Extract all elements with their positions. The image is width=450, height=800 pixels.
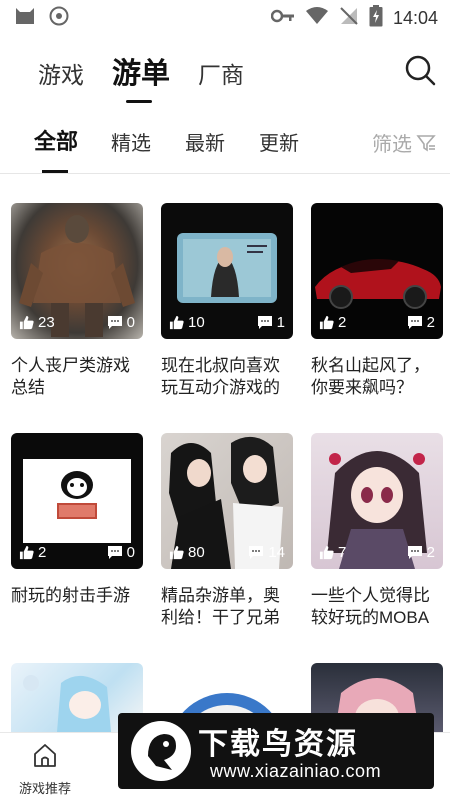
filter-label: 筛选 <box>372 134 412 156</box>
card-stats: 2 0 <box>11 544 143 561</box>
comment-icon <box>407 316 422 329</box>
filter-button[interactable]: 筛选 <box>372 128 436 157</box>
battery-icon <box>369 4 383 32</box>
comment-count: 0 <box>107 544 135 561</box>
game-list-card[interactable]: 2 2 秋名山起风了，你要来飙吗？ <box>311 203 443 399</box>
circle-app-icon <box>48 5 70 32</box>
search-icon <box>405 55 436 86</box>
wifi-icon <box>305 6 329 30</box>
active-subtab-indicator <box>42 170 68 173</box>
game-list-card[interactable]: 10 1 现在北叔向喜欢玩互动介游戏的 <box>161 203 293 399</box>
clock: 14:04 <box>392 7 438 28</box>
no-signal-icon <box>339 6 359 31</box>
like-count: 23 <box>19 314 55 331</box>
card-cover-image: 23 0 <box>11 203 143 339</box>
thumbs-up-icon <box>169 315 184 330</box>
card-cover-image: 2 0 <box>11 433 143 569</box>
thumbs-up-icon <box>319 315 334 330</box>
home-icon <box>34 744 56 767</box>
watermark-banner: 下载鸟资源 www.xiazainiao.com <box>118 713 434 789</box>
like-count: 7 <box>319 544 346 561</box>
card-stats: 7 2 <box>311 544 443 561</box>
card-title: 精品杂游单，奥利给！干了兄弟 <box>161 586 280 627</box>
game-list-card[interactable]: 2 0 耐玩的射击手游 <box>11 433 143 629</box>
tab-games[interactable]: 游戏 <box>38 56 84 90</box>
card-cover-image: 2 2 <box>311 203 443 339</box>
comment-icon <box>407 546 422 559</box>
comment-icon <box>107 316 122 329</box>
like-count: 2 <box>19 544 46 561</box>
key-icon <box>270 8 295 29</box>
comment-count: 2 <box>407 314 435 331</box>
tab-vendors[interactable]: 厂商 <box>198 56 244 90</box>
nav-game-recommend[interactable]: 游戏推荐 <box>0 741 90 797</box>
comment-icon <box>257 316 272 329</box>
card-title: 现在北叔向喜欢玩互动介游戏的 <box>161 356 280 397</box>
comment-icon <box>107 546 122 559</box>
active-tab-indicator <box>126 100 152 103</box>
thumbs-up-icon <box>19 315 34 330</box>
nav-label: 游戏推荐 <box>18 781 71 796</box>
filter-icon <box>416 134 436 151</box>
like-count: 10 <box>169 314 205 331</box>
tab-all[interactable]: 全部 <box>34 124 78 156</box>
search-button[interactable] <box>404 54 436 86</box>
card-title: 秋名山起风了，你要来飙吗？ <box>311 356 430 397</box>
tab-game-lists[interactable]: 游单 <box>112 50 170 92</box>
watermark-url: www.xiazainiao.com <box>210 761 382 781</box>
cat-app-icon <box>14 6 36 31</box>
comment-count: 1 <box>257 314 285 331</box>
sort-tabs: 全部 精选 最新 更新 筛选 <box>0 112 450 174</box>
game-list-card[interactable]: 23 0 个人丧尸类游戏总结 <box>11 203 143 399</box>
game-list-card[interactable]: 7 2 一些个人觉得比较好玩的MOBA <box>311 433 443 629</box>
card-stats: 2 2 <box>311 314 443 331</box>
like-count: 80 <box>169 544 205 561</box>
bird-logo-icon <box>131 721 191 781</box>
tab-updated[interactable]: 更新 <box>259 127 299 156</box>
card-title: 一些个人觉得比较好玩的MOBA <box>311 586 430 627</box>
card-stats: 10 1 <box>161 314 293 331</box>
card-stats: 23 0 <box>11 314 143 331</box>
tab-newest[interactable]: 最新 <box>185 127 225 156</box>
thumbs-up-icon <box>169 545 184 560</box>
comment-icon <box>249 546 264 559</box>
card-cover-image: 80 14 <box>161 433 293 569</box>
like-count: 2 <box>319 314 346 331</box>
watermark-title: 下载鸟资源 <box>198 728 358 761</box>
card-cover-image: 10 1 <box>161 203 293 339</box>
card-cover-image: 7 2 <box>311 433 443 569</box>
category-tabs: 游戏 游单 厂商 <box>0 40 450 104</box>
comment-count: 2 <box>407 544 435 561</box>
thumbs-up-icon <box>19 545 34 560</box>
comment-count: 14 <box>248 544 285 561</box>
card-title: 耐玩的射击手游 <box>11 586 130 605</box>
card-title: 个人丧尸类游戏总结 <box>11 356 130 397</box>
game-list-card[interactable]: 80 14 精品杂游单，奥利给！干了兄弟 <box>161 433 293 629</box>
status-bar: 14:04 <box>0 0 450 36</box>
thumbs-up-icon <box>319 545 334 560</box>
card-stats: 80 14 <box>161 544 293 561</box>
comment-count: 0 <box>107 314 135 331</box>
tab-featured[interactable]: 精选 <box>111 127 151 156</box>
